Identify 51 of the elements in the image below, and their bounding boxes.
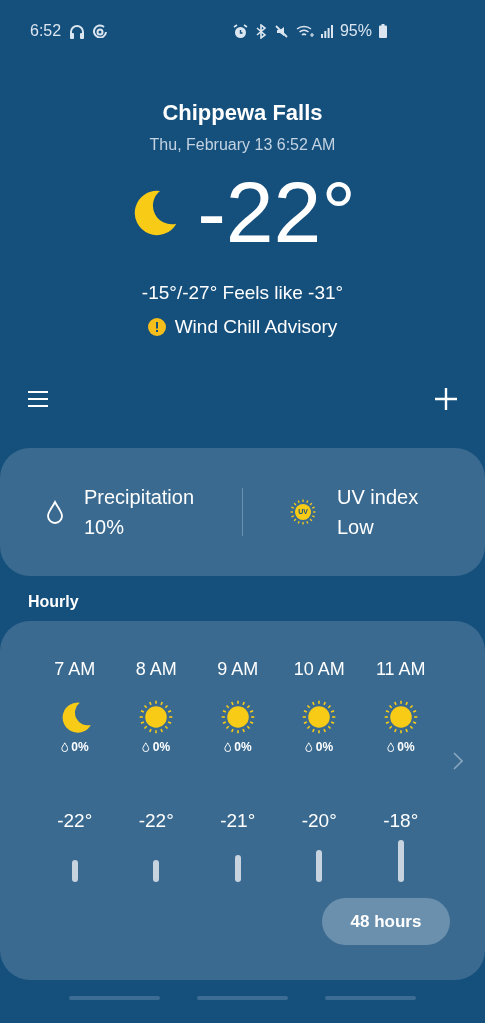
headphones-icon bbox=[69, 23, 86, 39]
alert-text: Wind Chill Advisory bbox=[174, 316, 338, 338]
precipitation-chance: 0% bbox=[234, 740, 252, 754]
temperature-bar bbox=[316, 850, 323, 882]
chevron-right-icon[interactable] bbox=[453, 752, 463, 770]
hour-temperature: -22° bbox=[57, 810, 93, 832]
temperature-bar bbox=[153, 860, 160, 882]
precipitation-chance: 0% bbox=[315, 740, 334, 754]
high-low-feels-like: -15°/-27° Feels like -31° bbox=[141, 282, 344, 304]
alarm-icon bbox=[232, 23, 248, 39]
warning-icon bbox=[147, 318, 166, 336]
drop-icon bbox=[60, 742, 69, 752]
hour-label: 7 AM bbox=[54, 659, 96, 681]
drop-icon bbox=[142, 742, 150, 752]
drop-icon bbox=[305, 742, 313, 752]
battery-percent: 95% bbox=[339, 22, 372, 40]
precipitation-chance: 0% bbox=[397, 740, 415, 754]
hour-temperature: -21° bbox=[220, 810, 256, 832]
hour-temperature: -22° bbox=[138, 810, 174, 832]
summary-label: Precipitation bbox=[84, 485, 195, 509]
summary-label: UV index bbox=[337, 485, 419, 509]
drop-icon bbox=[46, 500, 64, 524]
hour-label: 9 AM bbox=[217, 659, 259, 681]
temperature-bar bbox=[71, 860, 78, 882]
temperature-bar bbox=[234, 855, 241, 882]
summary-value: Low bbox=[337, 515, 375, 539]
clock-time: 6:52 bbox=[30, 22, 62, 40]
precipitation-chance: 0% bbox=[71, 740, 89, 754]
hour-label: 10 AM bbox=[293, 659, 345, 681]
hour-temperature: -18° bbox=[383, 810, 419, 832]
drop-icon bbox=[223, 742, 232, 752]
summary-value: 10% bbox=[84, 515, 126, 539]
drop-icon bbox=[386, 742, 395, 752]
section-title: Hourly bbox=[27, 592, 80, 612]
date-time: Thu, February 13 6:52 AM bbox=[149, 136, 336, 154]
wifi-icon bbox=[295, 24, 314, 38]
signal-icon bbox=[320, 24, 333, 38]
hour-label: 11 AM bbox=[375, 659, 426, 681]
current-temperature: -22° bbox=[197, 163, 356, 262]
city-name: Chippewa Falls bbox=[162, 100, 323, 126]
mute-icon bbox=[273, 23, 289, 39]
48-hours-button[interactable]: 48 hours bbox=[322, 898, 450, 945]
hour-label: 8 AM bbox=[135, 659, 177, 681]
battery-icon bbox=[379, 24, 387, 38]
spiral-icon bbox=[93, 24, 108, 38]
temperature-bar bbox=[397, 840, 404, 882]
menu-icon[interactable] bbox=[28, 390, 48, 408]
add-icon[interactable] bbox=[435, 388, 457, 410]
hour-temperature: -20° bbox=[301, 810, 337, 832]
precipitation-chance: 0% bbox=[152, 740, 171, 754]
bluetooth-icon bbox=[254, 23, 267, 39]
